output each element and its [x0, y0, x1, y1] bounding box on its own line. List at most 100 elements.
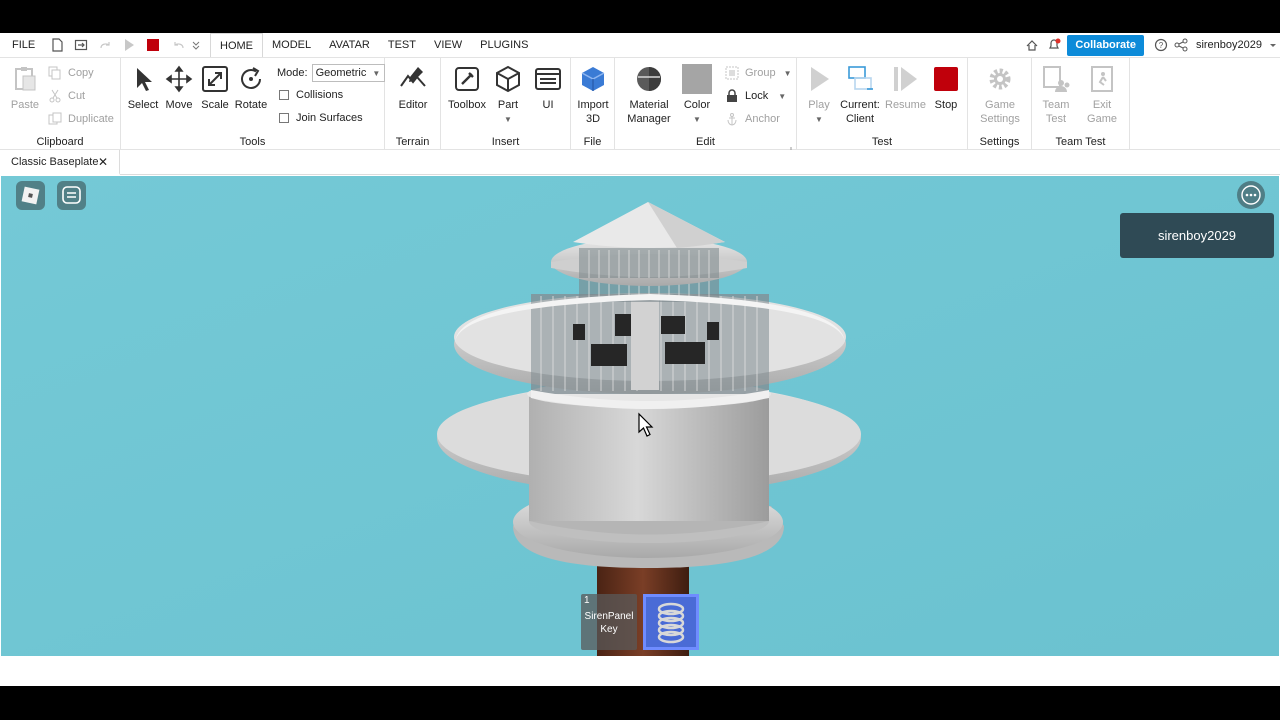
group-button[interactable]: Group ▼ [725, 66, 792, 80]
terrain-editor-button[interactable]: Editor [395, 64, 431, 112]
import-3d-button[interactable]: Import 3D [574, 64, 612, 126]
anchor-button[interactable]: Anchor [725, 112, 780, 126]
username-label[interactable]: sirenboy2029 [1196, 39, 1262, 51]
more-options-button[interactable] [1237, 181, 1265, 209]
duplicate-button[interactable]: Duplicate [48, 112, 114, 126]
join-surfaces-toggle[interactable]: Join Surfaces [279, 112, 363, 124]
spring-coil-icon [657, 602, 685, 644]
play-button[interactable]: Play ▼ [803, 64, 835, 127]
player-list-entry[interactable]: sirenboy2029 [1120, 213, 1274, 258]
rotate-tool-button[interactable]: Rotate [233, 64, 269, 112]
import-3d-icon [581, 67, 605, 91]
status-footer [0, 656, 1280, 686]
material-manager-label-line1: Material [629, 99, 669, 111]
resume-button[interactable]: Resume [885, 64, 926, 112]
paste-icon [15, 67, 36, 91]
mode-dropdown[interactable]: Geometric ▼ [311, 64, 386, 82]
ui-button[interactable]: UI [532, 64, 564, 112]
lock-label: Lock [745, 90, 769, 102]
settings-group: Game Settings Settings [968, 58, 1032, 150]
tab-model[interactable]: MODEL [263, 33, 320, 57]
scale-tool-button[interactable]: Scale [199, 64, 231, 112]
hotbar-slot-1[interactable]: 1 SirenPanel Key [581, 594, 637, 650]
exit-game-button[interactable]: Exit Game [1084, 64, 1120, 126]
new-file-icon[interactable] [50, 38, 64, 52]
chevron-down-icon[interactable]: ▼ [784, 69, 792, 78]
file-menu[interactable]: FILE [12, 39, 40, 51]
chevron-down-icon[interactable]: ▼ [504, 115, 512, 124]
collaborate-button[interactable]: Collaborate [1067, 34, 1144, 56]
current-client-button[interactable]: Current: Client [839, 64, 881, 126]
terrain-group-label: Terrain [395, 136, 430, 148]
part-button[interactable]: Part ▼ [492, 64, 524, 127]
team-test-label-line2: Test [1045, 113, 1067, 125]
terrain-editor-label: Editor [398, 99, 428, 111]
anchor-label: Anchor [745, 113, 780, 125]
notification-bell-icon[interactable] [1047, 38, 1061, 52]
toolbox-button[interactable]: Toolbox [447, 64, 487, 112]
hotbar-slot-2[interactable] [643, 594, 699, 650]
chevron-down-icon[interactable]: ▼ [693, 115, 701, 124]
import-3d-label-line2: 3D [585, 113, 601, 125]
stop-button[interactable]: Stop [930, 64, 962, 112]
paste-button[interactable]: Paste [6, 64, 44, 112]
collisions-toggle[interactable]: Collisions [279, 89, 343, 101]
gear-icon [989, 68, 1011, 90]
quick-access-dropdown-icon[interactable] [192, 38, 200, 52]
ui-window-icon [535, 68, 561, 90]
user-dropdown-icon[interactable] [1268, 38, 1278, 52]
clipboard-group-label: Clipboard [36, 136, 84, 148]
edit-group: Material Manager Color ▼ Group ▼ Lock ▼ … [615, 58, 797, 153]
menu-bar: FILE HOME MODEL AVATAR TEST VIEW PLUGINS [0, 33, 1280, 57]
stop-quick-icon[interactable] [146, 38, 160, 52]
copy-button[interactable]: Copy [48, 66, 94, 80]
select-label: Select [127, 99, 159, 111]
copy-icon [48, 66, 61, 80]
material-manager-button[interactable]: Material Manager [625, 64, 673, 126]
document-tab-bar: Classic Baseplate ✕ [0, 150, 1280, 175]
team-test-button[interactable]: Team Test [1038, 64, 1074, 126]
mode-label: Mode: [277, 67, 308, 79]
join-surfaces-checkbox[interactable] [279, 113, 289, 123]
game-viewport[interactable]: sirenboy2029 1 SirenPanel Key [1, 176, 1279, 656]
roblox-menu-button[interactable] [16, 181, 45, 210]
more-options-icon [1241, 185, 1261, 205]
client-server-icon [848, 66, 873, 90]
chat-bubble-icon [62, 186, 81, 204]
lock-button[interactable]: Lock ▼ [725, 89, 786, 103]
play-quick-icon[interactable] [122, 38, 136, 52]
cut-button[interactable]: Cut [48, 89, 85, 103]
tab-avatar[interactable]: AVATAR [320, 33, 379, 57]
move-tool-button[interactable]: Move [163, 64, 195, 112]
toolbox-icon [455, 67, 479, 91]
test-group-label: Test [871, 136, 893, 148]
game-settings-label-line1: Game [985, 99, 1015, 111]
close-icon[interactable]: ✕ [98, 150, 108, 175]
help-icon[interactable]: ? [1154, 38, 1168, 52]
chevron-down-icon[interactable]: ▼ [778, 92, 786, 101]
share-icon[interactable] [1174, 38, 1188, 52]
color-button[interactable]: Color ▼ [679, 64, 715, 127]
team-test-icon [1043, 66, 1070, 92]
resume-icon [894, 67, 917, 91]
tab-home[interactable]: HOME [210, 33, 263, 57]
tab-view[interactable]: VIEW [425, 33, 471, 57]
chat-button[interactable] [57, 181, 86, 210]
tab-test[interactable]: TEST [379, 33, 425, 57]
roblox-logo-icon [21, 186, 40, 205]
publish-icon[interactable] [74, 38, 88, 52]
select-tool-button[interactable]: Select [127, 64, 159, 112]
tab-plugins[interactable]: PLUGINS [471, 33, 537, 57]
chevron-down-icon[interactable]: ▼ [815, 115, 823, 124]
game-settings-button[interactable]: Game Settings [976, 64, 1024, 126]
paste-label: Paste [10, 99, 40, 111]
settings-group-label: Settings [979, 136, 1020, 148]
undo-icon[interactable] [172, 38, 186, 52]
document-tab-classic-baseplate[interactable]: Classic Baseplate ✕ [0, 150, 120, 175]
stop-icon [934, 67, 958, 91]
ui-label: UI [542, 99, 554, 111]
redo-icon[interactable] [98, 38, 112, 52]
collisions-checkbox[interactable] [279, 90, 289, 100]
home-icon[interactable] [1025, 38, 1039, 52]
move-arrows-icon [165, 65, 193, 93]
